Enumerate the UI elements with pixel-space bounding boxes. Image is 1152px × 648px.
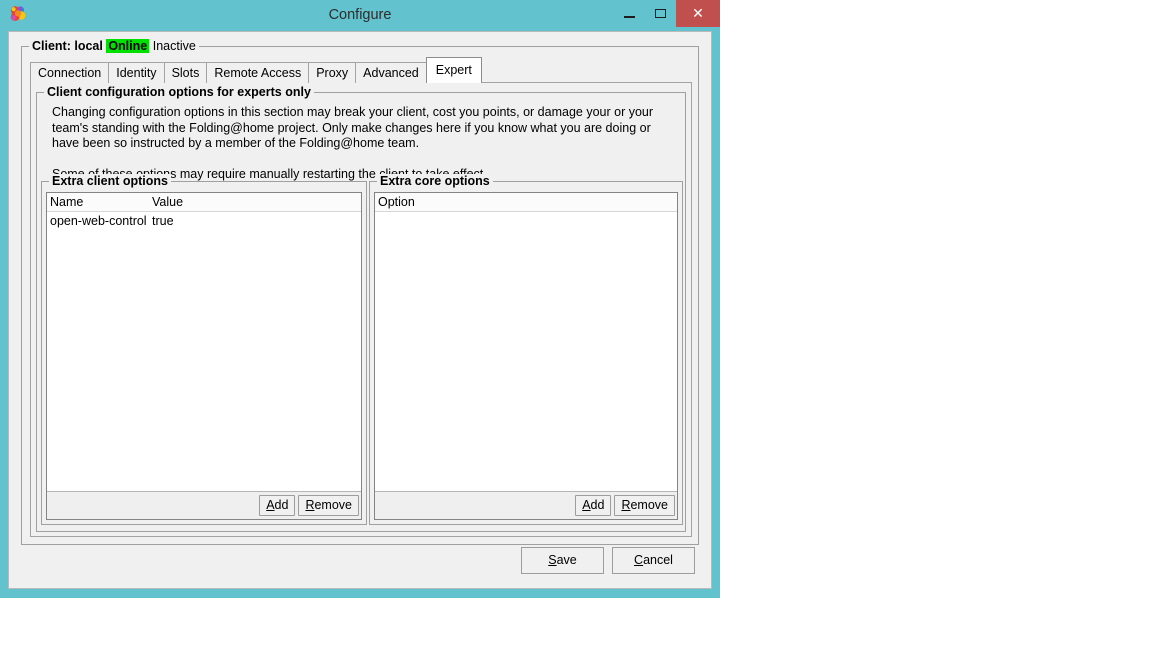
cell-option-name: open-web-control	[50, 214, 147, 228]
screen-root: Configure ✕ Client: local Online Inactiv…	[0, 0, 1152, 648]
window-title: Configure	[328, 7, 392, 23]
expert-group-title: Client configuration options for experts…	[44, 85, 314, 100]
dialog-action-buttons: Save Cancel	[513, 547, 695, 574]
cancel-label-rest: ancel	[643, 553, 673, 567]
extra-client-options-title: Extra client options	[49, 174, 171, 189]
tab-proxy[interactable]: Proxy	[308, 62, 357, 83]
tab-panel-expert: Client configuration options for experts…	[30, 82, 692, 537]
save-mnemonic: S	[548, 553, 557, 567]
tab-identity[interactable]: Identity	[108, 62, 165, 83]
core-options-remove-button[interactable]: Remove	[614, 495, 675, 516]
core-options-header-row: Option	[375, 193, 677, 212]
status-badge-online: Online	[106, 39, 150, 53]
minimize-button[interactable]	[614, 0, 645, 27]
extra-core-options-group: Extra core options Option Add Remove	[369, 174, 683, 525]
core-options-buttonbar: Add Remove	[375, 491, 677, 519]
column-header-value[interactable]: Value	[149, 193, 361, 211]
client-options-remove-button[interactable]: Remove	[298, 495, 359, 516]
client-options-header-row: Name Value	[47, 193, 361, 212]
client-options-list-body[interactable]: open-web-control true	[47, 212, 361, 491]
add-label-rest: dd	[590, 498, 605, 512]
core-options-list[interactable]: Option Add Remove	[374, 192, 678, 520]
core-options-list-body[interactable]	[375, 212, 677, 491]
extra-core-options-title: Extra core options	[377, 174, 493, 189]
window-titlebar[interactable]: Configure ✕	[0, 0, 720, 31]
save-label-rest: ave	[556, 553, 577, 567]
save-button[interactable]: Save	[521, 547, 604, 574]
client-status-label: Client: local Online Inactive	[29, 39, 199, 54]
maximize-icon	[655, 9, 666, 18]
add-label-rest: dd	[274, 498, 289, 512]
window-controls: ✕	[614, 0, 720, 27]
maximize-button[interactable]	[645, 0, 676, 27]
close-button[interactable]: ✕	[676, 0, 720, 27]
expert-options-group: Client configuration options for experts…	[36, 85, 686, 532]
remove-label-rest: emove	[630, 498, 668, 512]
client-prefix-text: Client: local	[32, 39, 103, 53]
core-options-add-button[interactable]: Add	[575, 495, 612, 516]
tab-slots[interactable]: Slots	[163, 62, 208, 83]
column-header-name[interactable]: Name	[47, 193, 149, 211]
add-mnemonic: A	[582, 498, 591, 512]
cell-option-value: true	[152, 214, 174, 228]
settings-tabstrip: Connection Identity Slots Remote Access …	[30, 57, 482, 83]
tab-remote-access[interactable]: Remote Access	[206, 62, 310, 83]
tab-advanced[interactable]: Advanced	[355, 62, 427, 83]
client-options-list[interactable]: Name Value open-web-control true Add Rem…	[46, 192, 362, 520]
column-header-option[interactable]: Option	[375, 193, 677, 211]
add-mnemonic: A	[266, 498, 275, 512]
tab-expert[interactable]: Expert	[425, 57, 482, 83]
extra-client-options-group: Extra client options Name Value open-web…	[41, 174, 367, 525]
cancel-button[interactable]: Cancel	[612, 547, 695, 574]
client-options-add-button[interactable]: Add	[259, 495, 296, 516]
client-status-group: Client: local Online Inactive Connection…	[21, 39, 699, 545]
status-activity-text: Inactive	[152, 39, 196, 53]
remove-label-rest: emove	[314, 498, 352, 512]
tab-connection[interactable]: Connection	[30, 62, 110, 83]
dialog-body: Client: local Online Inactive Connection…	[8, 31, 712, 589]
table-row[interactable]: open-web-control true	[47, 212, 361, 231]
expert-description: Changing configuration options in this s…	[52, 105, 677, 182]
configure-window: Configure ✕ Client: local Online Inactiv…	[0, 0, 720, 598]
expert-description-paragraph-1: Changing configuration options in this s…	[52, 105, 654, 150]
client-options-buttonbar: Add Remove	[47, 491, 361, 519]
cancel-mnemonic: C	[634, 553, 644, 567]
minimize-icon	[624, 15, 635, 18]
